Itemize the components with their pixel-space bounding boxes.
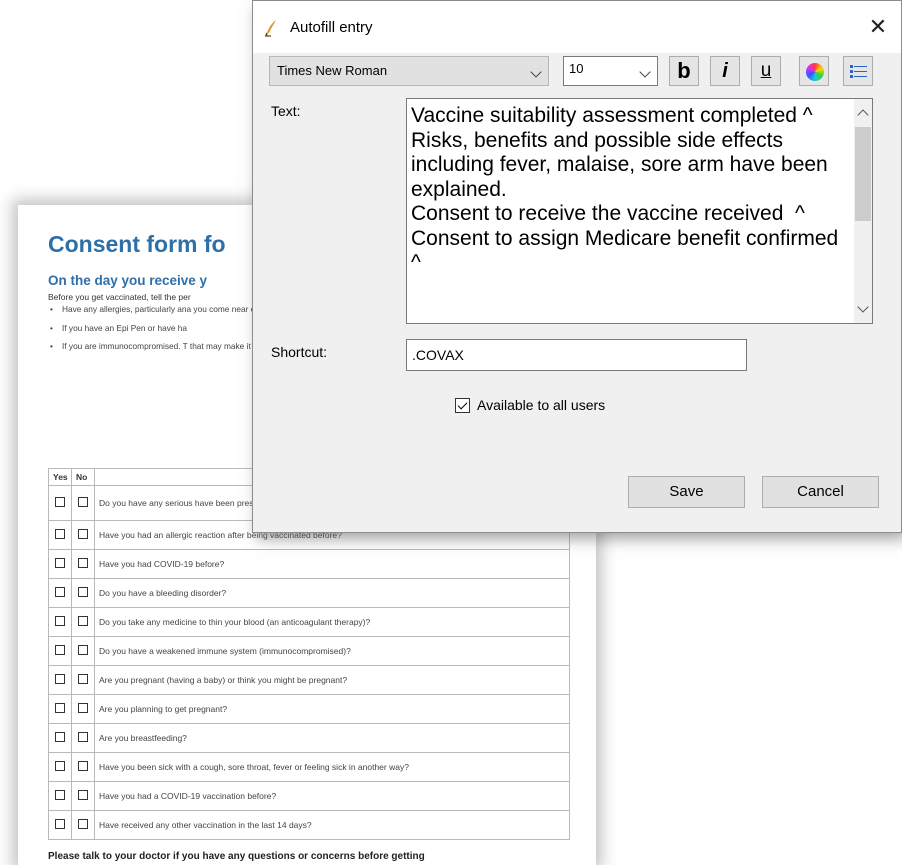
yes-checkbox[interactable] xyxy=(55,819,65,829)
no-header: No xyxy=(71,468,95,486)
no-checkbox[interactable] xyxy=(78,558,88,568)
close-icon: ✕ xyxy=(868,14,888,39)
checkbox-box[interactable] xyxy=(455,398,470,413)
table-row: Do you take any medicine to thin your bl… xyxy=(48,607,570,637)
yes-checkbox[interactable] xyxy=(55,645,65,655)
question-text: Have you been sick with a cough, sore th… xyxy=(94,752,570,782)
shortcut-label: Shortcut: xyxy=(271,344,328,360)
autofill-entry-dialog: Autofill entry ✕ Times New Roman 10 b i … xyxy=(252,0,902,533)
no-checkbox[interactable] xyxy=(78,703,88,713)
title-bar[interactable]: Autofill entry ✕ xyxy=(253,1,901,53)
italic-icon: i xyxy=(722,60,728,82)
question-text: Have you had COVID-19 before? xyxy=(94,549,570,579)
question-text: Are you breastfeeding? xyxy=(94,723,570,753)
vertical-scrollbar[interactable] xyxy=(854,99,872,323)
checkmark-icon xyxy=(457,399,468,410)
yes-checkbox[interactable] xyxy=(55,558,65,568)
chevron-down-icon xyxy=(639,66,651,78)
table-row: Have you had COVID-19 before? xyxy=(48,549,570,579)
text-editor[interactable]: Vaccine suitability assessment completed… xyxy=(406,98,873,324)
scroll-down-icon[interactable] xyxy=(857,301,869,313)
consent-form-subtitle: On the day you receive y xyxy=(48,273,208,288)
no-checkbox[interactable] xyxy=(78,529,88,539)
no-checkbox[interactable] xyxy=(78,732,88,742)
no-checkbox[interactable] xyxy=(78,819,88,829)
consent-form-title: Consent form fo xyxy=(48,231,226,257)
scroll-up-icon[interactable] xyxy=(857,109,869,121)
table-row: Have you been sick with a cough, sore th… xyxy=(48,752,570,782)
question-text: Are you planning to get pregnant? xyxy=(94,694,570,724)
yes-checkbox[interactable] xyxy=(55,496,65,507)
text-color-button[interactable] xyxy=(799,56,829,86)
italic-button[interactable]: i xyxy=(710,56,740,86)
question-text: Do you have a bleeding disorder? xyxy=(94,578,570,608)
font-size-dropdown[interactable]: 10 xyxy=(563,56,658,86)
no-checkbox[interactable] xyxy=(78,616,88,626)
cancel-button[interactable]: Cancel xyxy=(762,476,879,508)
yes-checkbox[interactable] xyxy=(55,790,65,800)
underline-button[interactable]: u xyxy=(751,56,781,86)
question-text: Do you have a weakened immune system (im… xyxy=(94,636,570,666)
question-text: Are you pregnant (having a baby) or thin… xyxy=(94,665,570,695)
shortcut-input[interactable]: .COVAX xyxy=(406,339,747,371)
table-row: Are you pregnant (having a baby) or thin… xyxy=(48,665,570,695)
chevron-down-icon xyxy=(530,66,542,78)
yes-checkbox[interactable] xyxy=(55,616,65,626)
yes-checkbox[interactable] xyxy=(55,674,65,684)
color-wheel-icon xyxy=(806,63,824,81)
text-label: Text: xyxy=(271,103,301,119)
question-text: Do you take any medicine to thin your bl… xyxy=(94,607,570,637)
available-to-all-users-label: Available to all users xyxy=(477,397,606,413)
yes-checkbox[interactable] xyxy=(55,761,65,771)
no-checkbox[interactable] xyxy=(78,761,88,771)
underline-icon: u xyxy=(760,60,772,81)
font-family-dropdown[interactable]: Times New Roman xyxy=(269,56,549,86)
no-checkbox[interactable] xyxy=(78,790,88,800)
yes-header: Yes xyxy=(48,468,72,486)
table-row: Are you planning to get pregnant? xyxy=(48,694,570,724)
scrollbar-thumb[interactable] xyxy=(855,127,871,221)
table-row: Have you had a COVID-19 vaccination befo… xyxy=(48,781,570,811)
yes-checkbox[interactable] xyxy=(55,703,65,713)
bold-icon: b xyxy=(677,58,691,83)
bold-button[interactable]: b xyxy=(669,56,699,86)
no-checkbox[interactable] xyxy=(78,587,88,597)
question-text: Have you had a COVID-19 vaccination befo… xyxy=(94,781,570,811)
bullet-list-button[interactable] xyxy=(843,56,873,86)
table-row: Do you have a bleeding disorder? xyxy=(48,578,570,608)
no-checkbox[interactable] xyxy=(78,496,88,507)
question-text: Have received any other vaccination in t… xyxy=(94,810,570,840)
close-button[interactable]: ✕ xyxy=(863,12,893,42)
no-checkbox[interactable] xyxy=(78,674,88,684)
table-row: Have received any other vaccination in t… xyxy=(48,810,570,840)
yes-checkbox[interactable] xyxy=(55,529,65,539)
dialog-title: Autofill entry xyxy=(290,19,373,36)
consent-form-intro: Before you get vaccinated, tell the per xyxy=(48,292,191,302)
yes-checkbox[interactable] xyxy=(55,587,65,597)
font-size-value: 10 xyxy=(569,61,584,76)
table-row: Do you have a weakened immune system (im… xyxy=(48,636,570,666)
consent-form-footer: Please talk to your doctor if you have a… xyxy=(48,851,425,862)
text-editor-content: Vaccine suitability assessment completed… xyxy=(411,104,839,274)
table-row: Are you breastfeeding? xyxy=(48,723,570,753)
save-button[interactable]: Save xyxy=(628,476,745,508)
font-family-value: Times New Roman xyxy=(277,63,388,78)
no-checkbox[interactable] xyxy=(78,645,88,655)
yes-checkbox[interactable] xyxy=(55,732,65,742)
quill-pen-icon xyxy=(265,20,276,37)
